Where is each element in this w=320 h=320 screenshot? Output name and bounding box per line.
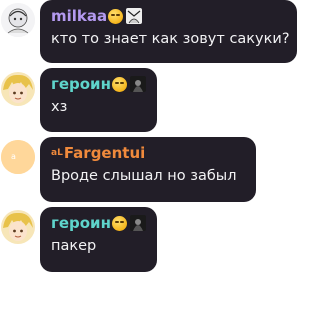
- message-bubble[interactable]: героин пакер: [40, 207, 157, 272]
- profile-badge-icon: [129, 215, 146, 231]
- profile-badge-icon: [126, 8, 143, 24]
- smirk-emoji-icon: [111, 215, 127, 231]
- avatar[interactable]: [1, 3, 35, 37]
- username[interactable]: Fargentui: [64, 143, 145, 163]
- message-bubble[interactable]: milkaa кто то знает как зовут сакуки?: [40, 0, 297, 63]
- smirk-emoji-icon: [111, 76, 127, 92]
- message-bubble[interactable]: aL Fargentui Вроде слышал но забыл: [40, 137, 256, 202]
- profile-badge-icon: [129, 76, 146, 92]
- username[interactable]: milkaa: [51, 6, 107, 26]
- avatar[interactable]: [1, 72, 35, 106]
- username[interactable]: героин: [51, 74, 111, 94]
- message-text: хз: [51, 99, 68, 115]
- chat-log: milkaa кто то знает как зовут сакуки? ге…: [0, 0, 301, 320]
- avatar[interactable]: [1, 210, 35, 244]
- message-text: кто то знает как зовут сакуки?: [51, 31, 290, 47]
- message-text: пакер: [51, 238, 97, 254]
- avatar[interactable]: a: [1, 140, 35, 174]
- message-text: Вроде слышал но забыл: [51, 168, 237, 184]
- svg-text:a: a: [11, 152, 16, 161]
- user-prefix: aL: [51, 148, 63, 158]
- message-bubble[interactable]: героин хз: [40, 68, 157, 132]
- smirk-emoji-icon: [108, 8, 124, 24]
- username[interactable]: героин: [51, 213, 111, 233]
